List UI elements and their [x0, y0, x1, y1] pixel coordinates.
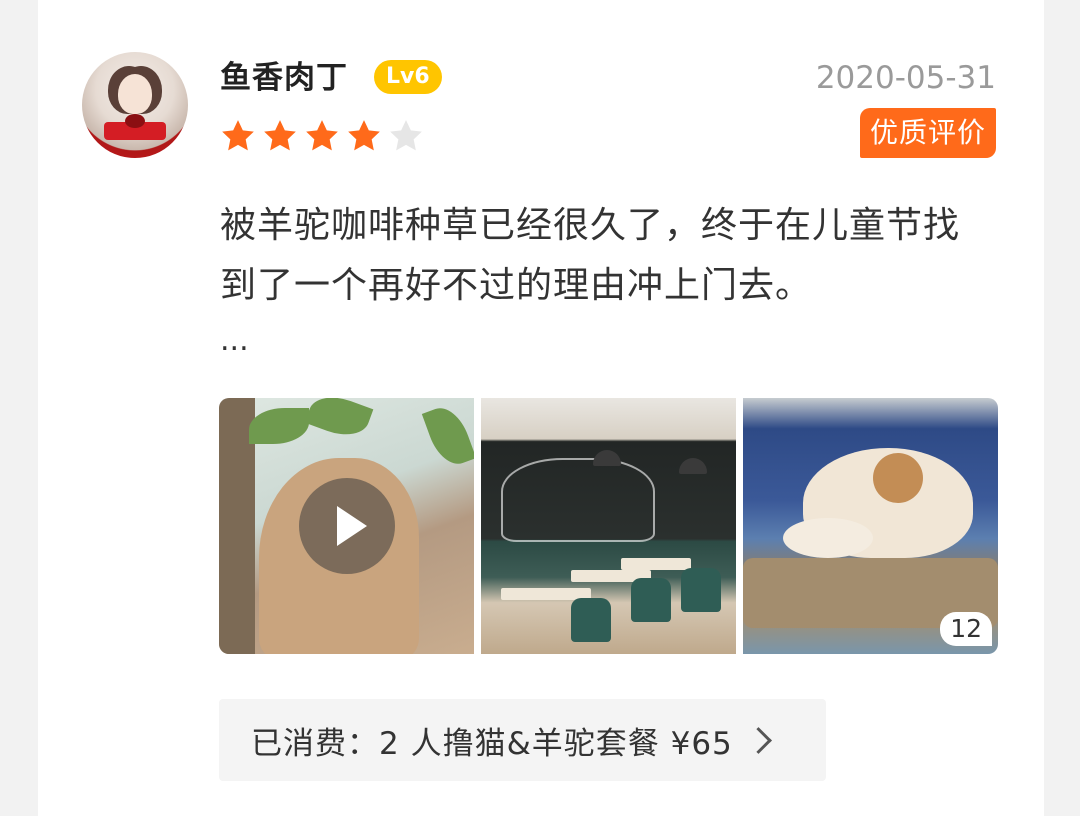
- avatar-face: [118, 74, 152, 114]
- cat-tail: [783, 518, 873, 558]
- leaf: [304, 398, 374, 444]
- review-date: 2020-05-31: [815, 60, 996, 96]
- avatar-bow: [125, 114, 145, 128]
- leaf: [421, 401, 474, 471]
- pendant-lamp: [679, 458, 707, 474]
- quality-review-badge: 优质评价: [859, 108, 996, 158]
- purchase-label: 已消费：2 人撸猫&羊驼套餐 ¥65: [251, 725, 733, 762]
- star-icon: [260, 116, 300, 156]
- table: [621, 558, 691, 570]
- photo-cat[interactable]: 12: [743, 398, 998, 654]
- star-icon: [344, 116, 384, 156]
- rating-stars: [218, 116, 428, 156]
- photo-count-badge: 12: [940, 612, 992, 646]
- chevron-right-icon: [744, 726, 772, 754]
- leaf: [249, 408, 309, 444]
- chair: [571, 598, 611, 642]
- level-badge: Lv6: [374, 60, 442, 94]
- photo-gallery: 12: [219, 398, 998, 654]
- star-icon: [218, 116, 258, 156]
- review-text[interactable]: 被羊驼咖啡种草已经很久了，终于在儿童节找到了一个再好不过的理由冲上门去。: [220, 196, 996, 316]
- cat-head: [873, 453, 923, 503]
- pendant-lamp: [593, 450, 621, 466]
- wall-sketch: [501, 458, 655, 542]
- play-icon[interactable]: [299, 478, 395, 574]
- star-icon: [302, 116, 342, 156]
- username[interactable]: 鱼香肉丁: [220, 56, 348, 100]
- photo-video-alpaca[interactable]: [219, 398, 474, 654]
- expand-ellipsis[interactable]: ...: [220, 316, 249, 366]
- star-icon: [386, 116, 426, 156]
- photo-cafe-interior[interactable]: [481, 398, 736, 654]
- purchase-info-bar[interactable]: 已消费：2 人撸猫&羊驼套餐 ¥65: [219, 699, 826, 781]
- chair: [631, 578, 671, 622]
- user-avatar[interactable]: [82, 52, 188, 158]
- chair: [681, 568, 721, 612]
